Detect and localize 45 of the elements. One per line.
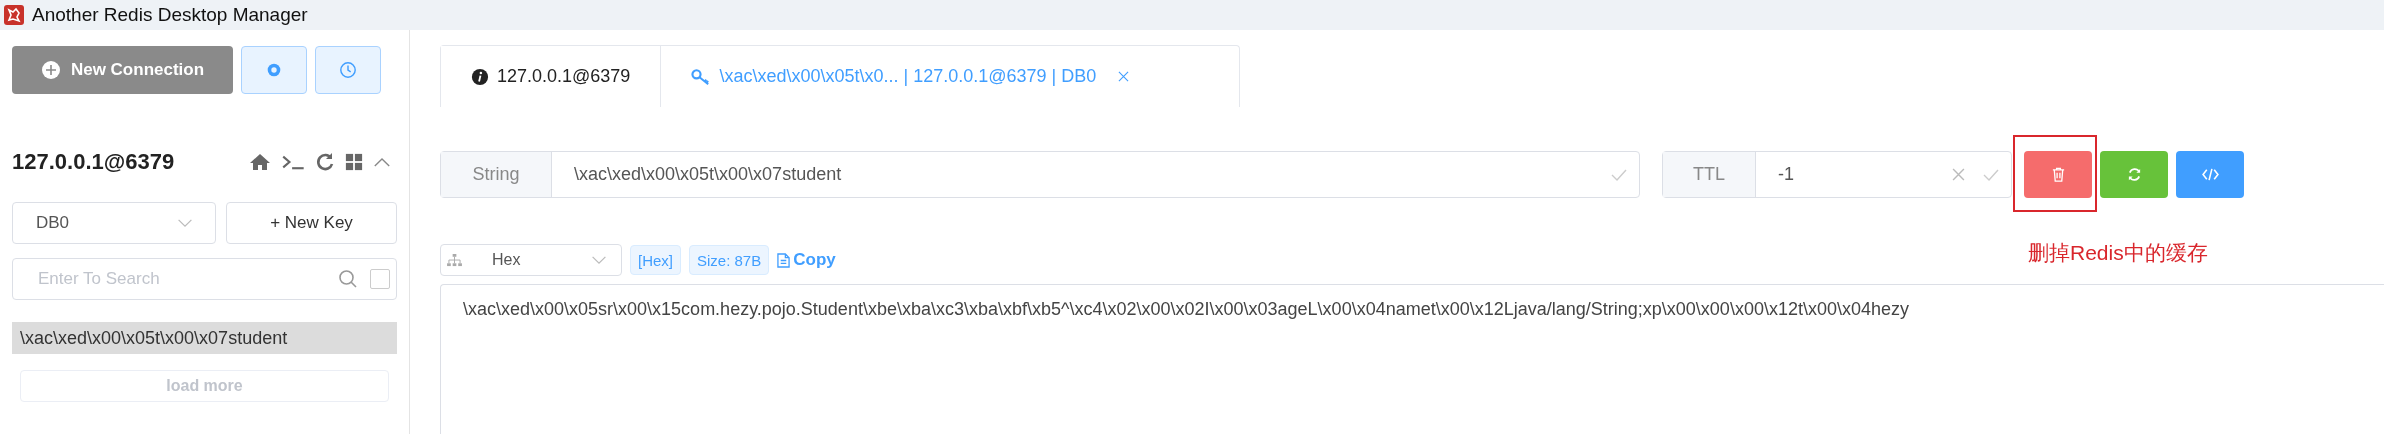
annotation-text: 删掉Redis中的缓存 [2028,240,2208,266]
ttl-field[interactable]: -1 [1756,152,1952,197]
chevron-down-icon [177,218,193,228]
clock-icon [339,61,357,79]
delete-button[interactable] [2024,151,2092,198]
format-select[interactable]: Hex [440,244,622,276]
window-title: Another Redis Desktop Manager [32,4,308,26]
search-box[interactable]: Enter To Search [12,258,397,300]
exact-match-checkbox[interactable] [370,269,390,289]
check-icon[interactable] [1983,168,1999,181]
document-icon [777,252,791,268]
home-icon[interactable] [249,153,271,171]
refresh-icon[interactable] [315,152,335,172]
search-icon[interactable] [338,269,358,289]
new-key-button[interactable]: + New Key [226,202,397,244]
close-icon[interactable] [1118,71,1130,82]
key-name-field[interactable]: \xac\xed\x00\x05t\x00\x07student [552,152,1611,197]
key-icon [691,67,712,86]
ttl-label: TTL [1663,152,1756,197]
format-tag: [Hex] [630,245,681,275]
history-button[interactable] [315,46,381,94]
grid-icon[interactable] [345,153,363,171]
trash-icon [2050,167,2066,182]
refresh-button[interactable] [2100,151,2168,198]
app-logo-icon [4,5,24,25]
settings-icon [265,61,283,79]
tree-icon [447,253,462,267]
db-select[interactable]: DB0 [12,202,216,244]
value-text-area[interactable]: \xac\xed\x00\x05sr\x00\x15com.hezy.pojo.Student\xbe\xba\xc3\xba\xbf\xb5^\xc4\x02\x00\x02I\x00\x03ageL\x00\x04namet\x00\x12Ljava/lang/String;xp\x00\x00\x00\x12t\x00\x04hezy [440,284,2384,434]
tab[interactable]: 127.0.0.1@6379 [441,46,662,107]
settings-button[interactable] [241,46,307,94]
code-button[interactable] [2176,151,2244,198]
key-list-item[interactable]: \xac\xed\x00\x05t\x00\x07student [12,322,397,354]
terminal-icon[interactable] [281,154,305,170]
plus-circle-icon [40,60,61,80]
code-icon [2201,168,2219,181]
chevron-down-icon [591,255,607,265]
collapse-icon[interactable] [373,156,391,168]
clear-icon[interactable] [1952,168,1965,181]
info-icon [471,67,489,86]
size-tag: Size: 87B [689,245,770,275]
connection-name[interactable]: 127.0.0.1@6379 [12,149,175,175]
check-icon[interactable] [1611,168,1627,181]
type-label: String [441,152,552,197]
refresh-icon [2126,167,2142,182]
